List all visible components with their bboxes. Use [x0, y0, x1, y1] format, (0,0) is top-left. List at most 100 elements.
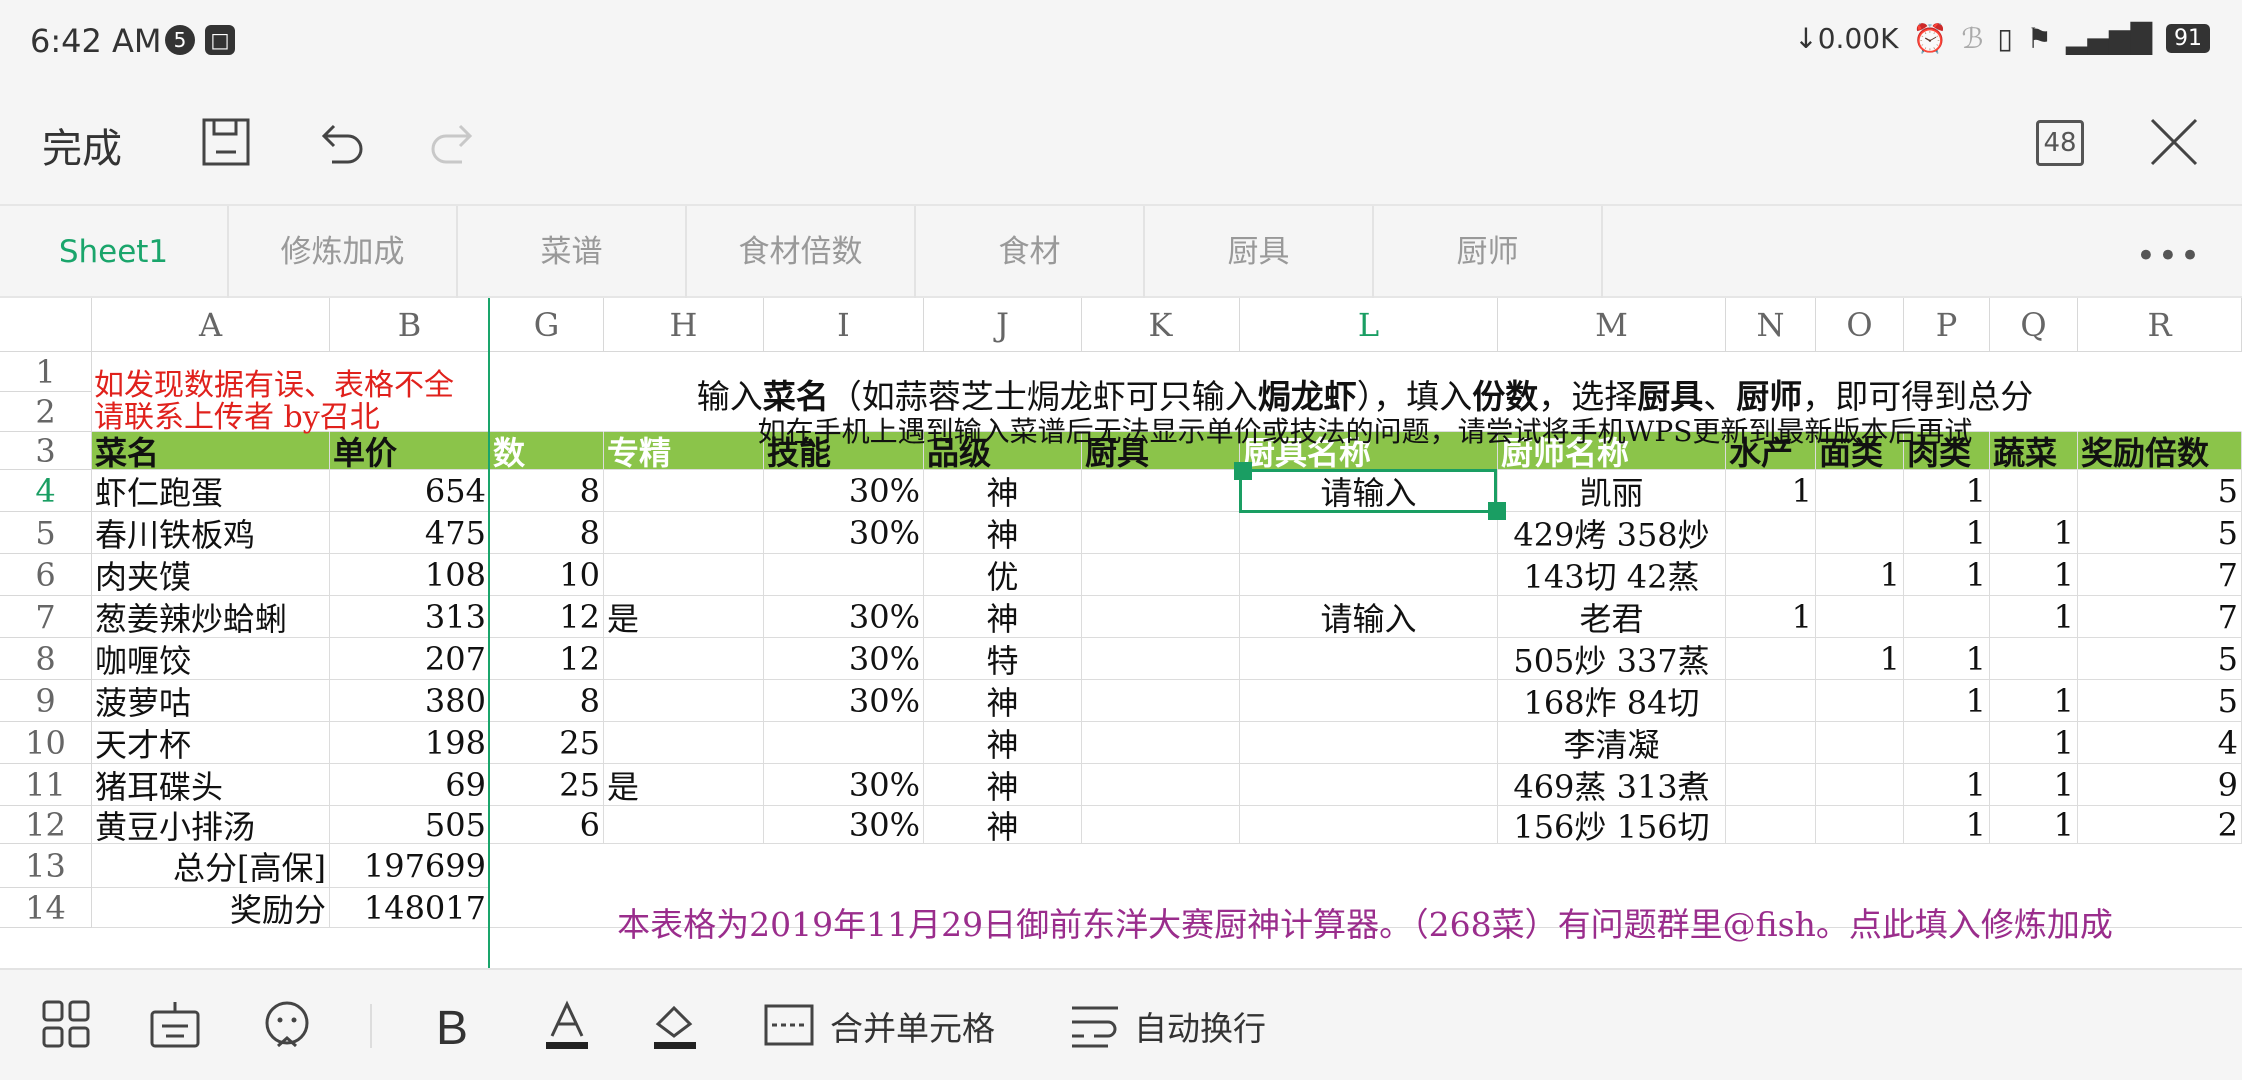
font-color-icon[interactable]	[540, 998, 594, 1052]
row-header-10[interactable]: 10	[0, 722, 92, 764]
undo-icon[interactable]	[312, 114, 368, 170]
cell-k12[interactable]	[1082, 806, 1240, 844]
cell-i6[interactable]	[764, 554, 924, 596]
cell-o4[interactable]	[1816, 470, 1904, 512]
cell-o6[interactable]: 1	[1816, 554, 1904, 596]
cell-k6[interactable]	[1082, 554, 1240, 596]
cell-a5[interactable]: 春川铁板鸡	[92, 512, 330, 554]
cell-m6[interactable]: 143切 42蒸	[1498, 554, 1726, 596]
wrap-text-icon[interactable]	[1068, 998, 1122, 1052]
cell-m9[interactable]: 168炸 84切	[1498, 680, 1726, 722]
column-header-l[interactable]: L	[1240, 298, 1498, 352]
cell-j6[interactable]: 优	[924, 554, 1082, 596]
tab-recipes[interactable]: 菜谱	[458, 206, 687, 298]
cell-b6[interactable]: 108	[330, 554, 490, 596]
cell-o12[interactable]	[1816, 806, 1904, 844]
cell-q11[interactable]: 1	[1990, 764, 2078, 806]
cell-h4[interactable]	[604, 470, 764, 512]
cell-m10[interactable]: 李清凝	[1498, 722, 1726, 764]
tab-sheet1[interactable]: Sheet1	[0, 206, 229, 298]
cell-b7[interactable]: 313	[330, 596, 490, 638]
tab-ingredients[interactable]: 食材	[916, 206, 1145, 298]
cell-i7[interactable]: 30%	[764, 596, 924, 638]
cell-g6[interactable]: 10	[490, 554, 604, 596]
merge-cells-button[interactable]: 合并单元格	[830, 1002, 995, 1050]
cell-o8[interactable]: 1	[1816, 638, 1904, 680]
cell-k11[interactable]	[1082, 764, 1240, 806]
cell-l11[interactable]	[1240, 764, 1498, 806]
cell-b12[interactable]: 505	[330, 806, 490, 844]
zoom-level-button[interactable]: 48	[2036, 120, 2084, 166]
cell-k5[interactable]	[1082, 512, 1240, 554]
cell-j5[interactable]: 神	[924, 512, 1082, 554]
cell-g5[interactable]: 8	[490, 512, 604, 554]
row-header-6[interactable]: 6	[0, 554, 92, 596]
cell-h7[interactable]: 是	[604, 596, 764, 638]
row-header-3[interactable]: 3	[0, 432, 92, 470]
cell-h5[interactable]	[604, 512, 764, 554]
cell-n12[interactable]	[1726, 806, 1816, 844]
footer-note-link[interactable]: 本表格为2019年11月29日御前东洋大赛厨神计算器。（268菜）有问题群里@f…	[490, 898, 2240, 946]
cell-a9[interactable]: 菠萝咕	[92, 680, 330, 722]
cell-m4[interactable]: 凯丽	[1498, 470, 1726, 512]
column-header-m[interactable]: M	[1498, 298, 1726, 352]
cell-g11[interactable]: 25	[490, 764, 604, 806]
cell-a4[interactable]: 虾仁跑蛋	[92, 470, 330, 512]
cell-r6[interactable]: 7	[2078, 554, 2242, 596]
cell-k7[interactable]	[1082, 596, 1240, 638]
column-header-q[interactable]: Q	[1990, 298, 2078, 352]
row-header-4[interactable]: 4	[0, 470, 92, 512]
cell-o9[interactable]	[1816, 680, 1904, 722]
cell-o10[interactable]	[1816, 722, 1904, 764]
row-header-11[interactable]: 11	[0, 764, 92, 806]
cell-j10[interactable]: 神	[924, 722, 1082, 764]
cell-r8[interactable]: 5	[2078, 638, 2242, 680]
cell-h11[interactable]: 是	[604, 764, 764, 806]
cell-l10[interactable]	[1240, 722, 1498, 764]
cell-g7[interactable]: 12	[490, 596, 604, 638]
cell-p10[interactable]	[1904, 722, 1990, 764]
total-value-cell[interactable]: 197699	[330, 844, 490, 888]
cell-p7[interactable]	[1904, 596, 1990, 638]
row-header-8[interactable]: 8	[0, 638, 92, 680]
row-header-14[interactable]: 14	[0, 888, 92, 928]
cell-p9[interactable]: 1	[1904, 680, 1990, 722]
column-header-k[interactable]: K	[1082, 298, 1240, 352]
cell-q6[interactable]: 1	[1990, 554, 2078, 596]
fill-color-icon[interactable]	[648, 998, 702, 1052]
total-value-cell[interactable]: 148017	[330, 888, 490, 928]
cell-p11[interactable]: 1	[1904, 764, 1990, 806]
cell-l7[interactable]: 请输入	[1240, 596, 1498, 638]
row-header-13[interactable]: 13	[0, 844, 92, 888]
cell-b5[interactable]: 475	[330, 512, 490, 554]
row-header-12[interactable]: 12	[0, 806, 92, 844]
cell-h10[interactable]	[604, 722, 764, 764]
cell-i9[interactable]: 30%	[764, 680, 924, 722]
redo-icon[interactable]	[426, 114, 482, 170]
cell-q4[interactable]	[1990, 470, 2078, 512]
cell-r5[interactable]: 5	[2078, 512, 2242, 554]
cell-m11[interactable]: 469蒸 313煮	[1498, 764, 1726, 806]
total-label-cell[interactable]: 总分[高保]	[92, 844, 330, 888]
cell-b8[interactable]: 207	[330, 638, 490, 680]
cell-j11[interactable]: 神	[924, 764, 1082, 806]
cell-i8[interactable]: 30%	[764, 638, 924, 680]
cell-r7[interactable]: 7	[2078, 596, 2242, 638]
cell-j7[interactable]: 神	[924, 596, 1082, 638]
cell-r10[interactable]: 4	[2078, 722, 2242, 764]
apps-grid-icon[interactable]	[40, 998, 94, 1052]
cell-r4[interactable]: 5	[2078, 470, 2242, 512]
cell-g9[interactable]: 8	[490, 680, 604, 722]
cell-h9[interactable]	[604, 680, 764, 722]
cell-h6[interactable]	[604, 554, 764, 596]
cell-m8[interactable]: 505炒 337蒸	[1498, 638, 1726, 680]
total-label-cell[interactable]: 奖励分	[92, 888, 330, 928]
column-header-n[interactable]: N	[1726, 298, 1816, 352]
cell-b4[interactable]: 654	[330, 470, 490, 512]
cell-g8[interactable]: 12	[490, 638, 604, 680]
cell-a12[interactable]: 黄豆小排汤	[92, 806, 330, 844]
cell-p4[interactable]: 1	[1904, 470, 1990, 512]
cell-j9[interactable]: 神	[924, 680, 1082, 722]
save-icon[interactable]	[198, 114, 254, 170]
cell-o5[interactable]	[1816, 512, 1904, 554]
